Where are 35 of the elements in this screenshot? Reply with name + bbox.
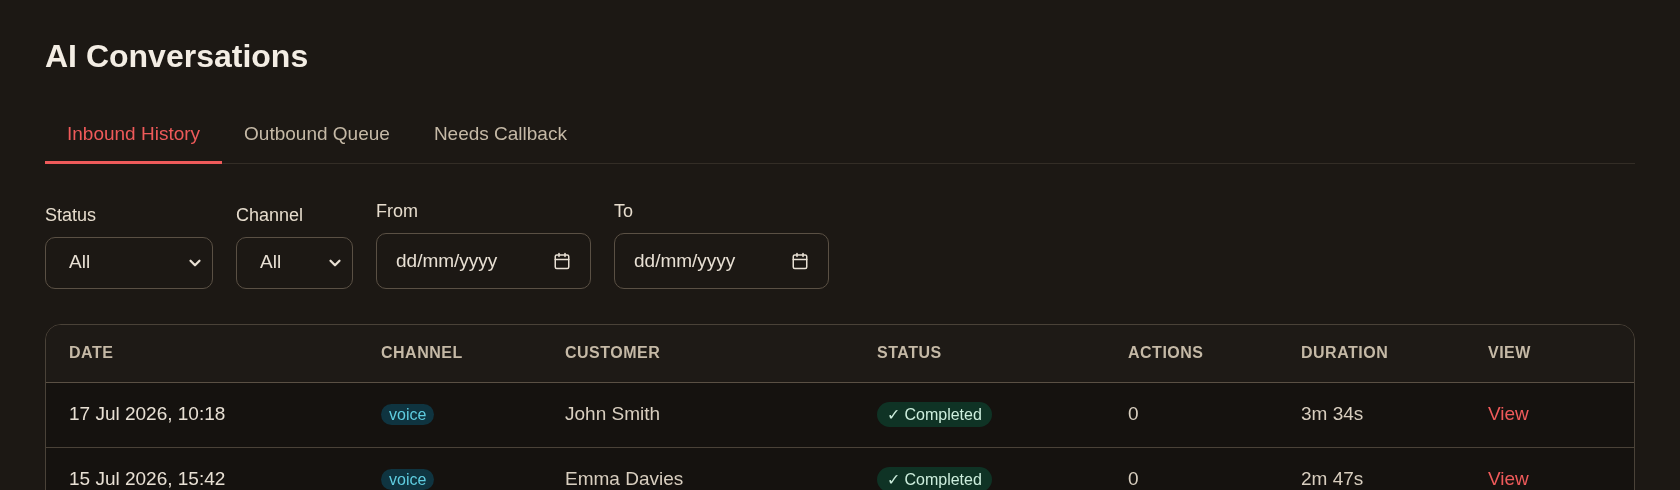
page-title: AI Conversations (45, 37, 310, 76)
column-header: STATUS (877, 344, 942, 361)
table-cell: 2m 47s (1301, 468, 1364, 490)
table-cell: John Smith (565, 403, 661, 425)
column-header: CUSTOMER (565, 344, 661, 361)
tab[interactable]: Outbound Queue (222, 120, 412, 164)
column-header: CHANNEL (381, 344, 463, 361)
channel-tag: voice (381, 469, 435, 490)
column-header: DURATION (1301, 344, 1389, 361)
status-badge: ✓ Completed (877, 467, 992, 490)
column-header: VIEW (1488, 344, 1531, 361)
column-header: ACTIONS (1128, 344, 1204, 361)
table-cell: 0 (1128, 403, 1139, 425)
filter-label: Status (45, 203, 98, 227)
date-field[interactable]: dd/mm/yyyy (376, 232, 591, 289)
calendar-icon[interactable] (791, 251, 809, 270)
tab[interactable]: Needs Callback (411, 120, 589, 164)
filter-label: To (614, 199, 634, 223)
status-badge: ✓ Completed (877, 402, 992, 428)
filter-label: Channel (236, 203, 305, 227)
view-link[interactable]: View (1488, 403, 1529, 425)
table-cell: 3m 34s (1301, 403, 1364, 425)
table-cell: 15 Jul 2026, 15:42 (69, 468, 226, 490)
select-field[interactable]: All (45, 236, 213, 289)
tab[interactable]: Inbound History (45, 120, 223, 164)
channel-tag: voice (381, 404, 435, 426)
table-cell: 17 Jul 2026, 10:18 (69, 403, 226, 425)
column-header: DATE (69, 344, 114, 361)
select-field[interactable]: All (236, 236, 353, 289)
date-field[interactable]: dd/mm/yyyy (614, 232, 829, 289)
calendar-icon[interactable] (553, 251, 571, 270)
view-link[interactable]: View (1488, 468, 1529, 490)
table-cell: 0 (1128, 468, 1139, 490)
filter-label: From (376, 199, 419, 223)
table-cell: Emma Davies (565, 468, 684, 490)
